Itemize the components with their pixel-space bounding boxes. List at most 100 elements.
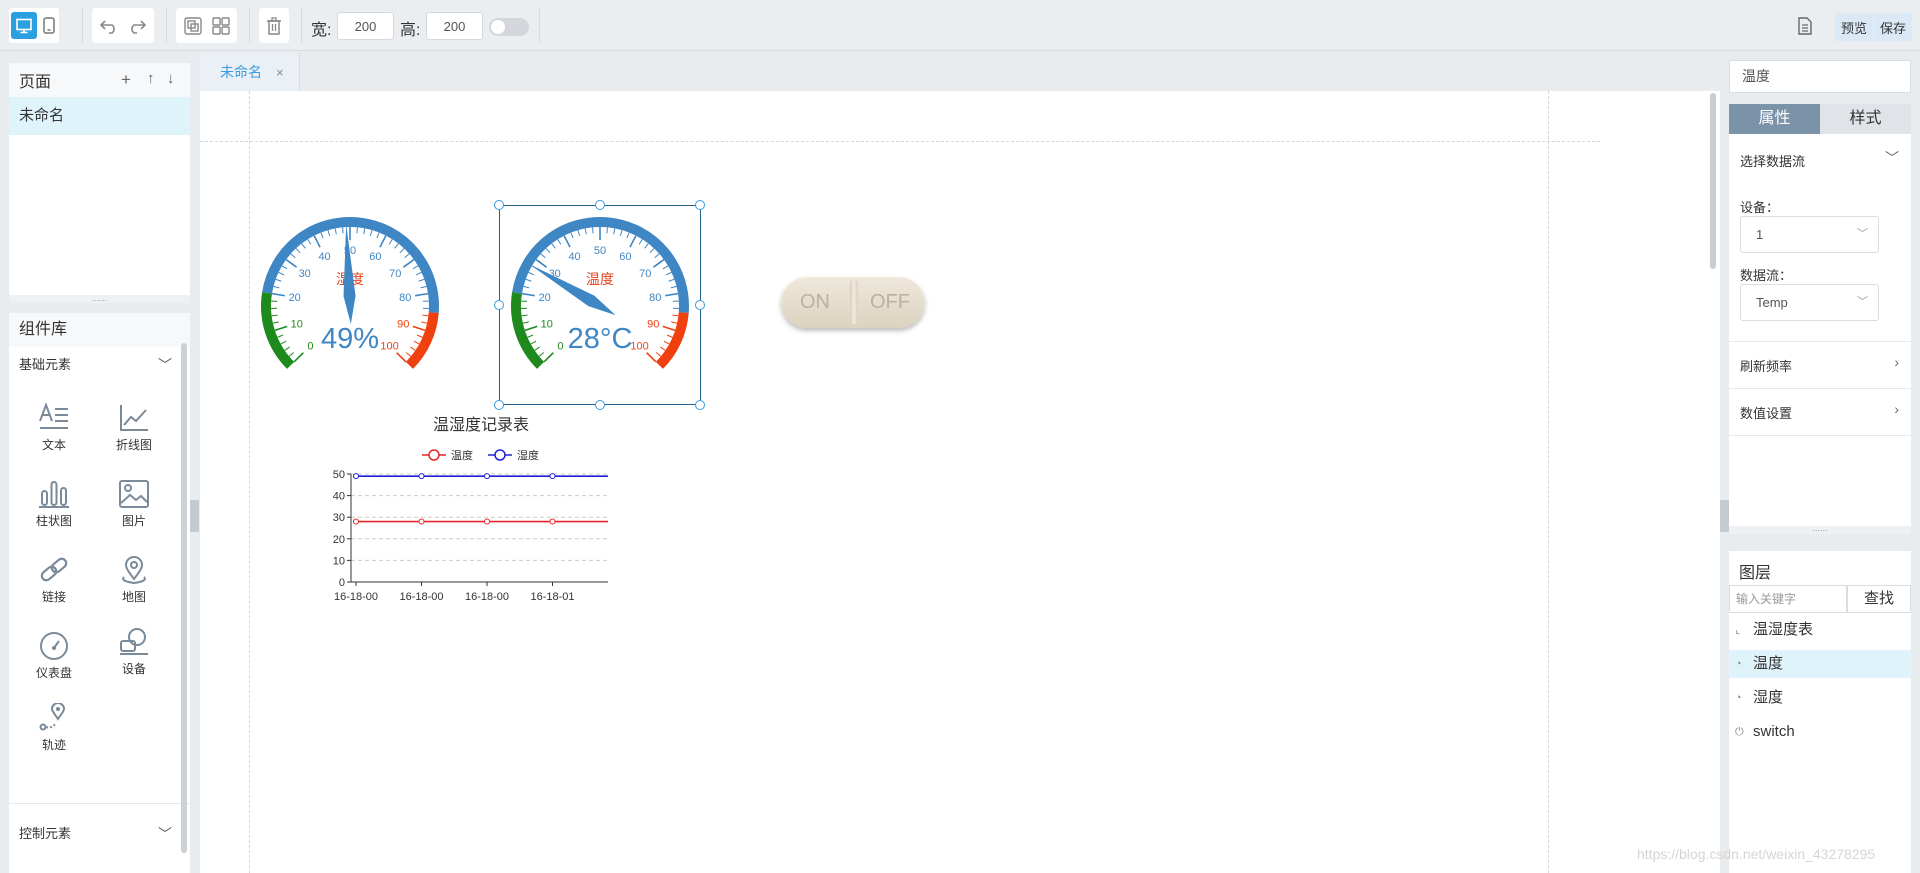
resize-handle[interactable] bbox=[695, 300, 705, 310]
tab-attributes[interactable]: 属性 bbox=[1729, 104, 1820, 134]
gauge-tick-mark bbox=[277, 334, 284, 338]
component-name-field[interactable]: 温度 bbox=[1729, 60, 1911, 93]
height-label: 高: bbox=[400, 22, 421, 39]
layer-item[interactable]: ⌞ 温湿度表 bbox=[1729, 616, 1911, 644]
move-up-button[interactable]: ↑ bbox=[147, 70, 155, 87]
height-input[interactable] bbox=[426, 12, 483, 40]
redo-button[interactable] bbox=[123, 12, 150, 39]
text-icon bbox=[39, 403, 68, 429]
gauge-tick-mark bbox=[396, 352, 407, 363]
layer-item[interactable]: ◔ 温度 bbox=[1729, 650, 1911, 678]
gauge-value: 49% bbox=[321, 323, 379, 355]
gauge-tick-mark bbox=[280, 340, 287, 345]
datastream-section-label[interactable]: 选择数据流 bbox=[1740, 151, 1805, 170]
document-icon bbox=[1798, 17, 1812, 35]
component-track[interactable]: 轨迹 bbox=[24, 703, 84, 753]
group-button[interactable] bbox=[179, 12, 206, 39]
preview-button[interactable]: 预览 bbox=[1835, 13, 1873, 41]
pages-panel: 页面 + ↑ ↓ 未命名 bbox=[9, 63, 190, 303]
switch-widget[interactable]: ON OFF bbox=[781, 276, 925, 328]
component-label: 地图 bbox=[121, 590, 146, 604]
resize-handle[interactable] bbox=[695, 400, 705, 410]
component-link[interactable]: 链接 bbox=[24, 555, 84, 605]
device-toggle-group bbox=[9, 8, 59, 43]
resize-handle[interactable] bbox=[695, 200, 705, 210]
component-scrollbar[interactable] bbox=[181, 343, 187, 853]
refresh-rate-row[interactable]: 刷新频率 bbox=[1740, 356, 1792, 375]
resize-handle[interactable]: ...... bbox=[9, 294, 190, 303]
toggle-knob bbox=[491, 20, 505, 34]
canvas-scrollbar[interactable] bbox=[1710, 93, 1716, 269]
resize-handle[interactable] bbox=[595, 200, 605, 210]
data-point bbox=[549, 518, 556, 525]
gauge-tick-label: 20 bbox=[289, 292, 301, 304]
save-button[interactable]: 保存 bbox=[1874, 13, 1912, 41]
humidity-gauge[interactable]: 0102030405060708090100湿度49% bbox=[250, 206, 450, 406]
component-library: 组件库 基础元素 ﹀ 文本 折线图 柱状图 图片 链接 地图 仪表盘 设备 轨迹… bbox=[9, 313, 190, 873]
collapse-left-button[interactable] bbox=[190, 500, 199, 532]
property-tabs: 属性 样式 bbox=[1729, 104, 1911, 134]
component-line-chart[interactable]: 折线图 bbox=[104, 403, 164, 453]
data-point bbox=[549, 473, 556, 480]
gauge-tick-mark bbox=[307, 239, 312, 245]
add-page-button[interactable]: + bbox=[121, 70, 131, 90]
gauge-tick-mark bbox=[412, 325, 426, 332]
component-bar-chart[interactable]: 柱状图 bbox=[24, 479, 84, 529]
lock-ratio-toggle[interactable] bbox=[489, 18, 529, 36]
resize-handle[interactable] bbox=[595, 400, 605, 410]
x-tick-label: 16-18-01 bbox=[530, 591, 574, 603]
move-down-button[interactable]: ↓ bbox=[167, 70, 175, 87]
x-tick-label: 16-18-00 bbox=[465, 591, 509, 603]
device-icon bbox=[120, 628, 148, 655]
temp-humidity-chart[interactable]: 温湿度记录表温度 湿度 0 10 20 30 40 50 16-18-00 16-18-00 16-… bbox=[318, 410, 618, 610]
gauge-tick-mark bbox=[272, 321, 279, 324]
component-map[interactable]: 地图 bbox=[104, 555, 164, 605]
resize-handle[interactable] bbox=[494, 200, 504, 210]
component-image[interactable]: 图片 bbox=[104, 479, 164, 529]
resize-handle[interactable] bbox=[494, 400, 504, 410]
collapse-right-button[interactable] bbox=[1720, 500, 1729, 532]
data-point bbox=[484, 518, 490, 525]
component-device[interactable]: 设备 bbox=[104, 627, 164, 677]
ungroup-button[interactable] bbox=[207, 12, 234, 39]
gauge-tick-mark bbox=[273, 285, 280, 289]
gauge-tick-mark bbox=[284, 346, 290, 351]
tab-style[interactable]: 样式 bbox=[1820, 104, 1911, 134]
group-icon bbox=[183, 16, 202, 35]
component-gauge[interactable]: 仪表盘 bbox=[24, 631, 84, 681]
layers-search: 输入关键字 查找 bbox=[1729, 585, 1911, 613]
component-label: 仪表盘 bbox=[35, 666, 72, 680]
switch-on-label: ON bbox=[800, 291, 830, 313]
resize-handle[interactable] bbox=[494, 300, 504, 310]
layers-search-button[interactable]: 查找 bbox=[1847, 585, 1911, 613]
divider bbox=[1729, 435, 1911, 436]
legend-item: 温度 bbox=[422, 448, 473, 462]
device-select-value: 1 bbox=[1756, 227, 1764, 242]
delete-button[interactable] bbox=[261, 12, 287, 39]
component-label: 折线图 bbox=[115, 438, 152, 452]
section-control-elements[interactable]: 控制元素 ﹀ bbox=[9, 816, 190, 852]
resize-handle[interactable]: ...... bbox=[1729, 524, 1911, 534]
document-button[interactable] bbox=[1793, 14, 1817, 38]
watermark: https://blog.csdn.net/weixin_43278295 bbox=[1637, 846, 1876, 862]
component-text[interactable]: 文本 bbox=[24, 403, 84, 453]
page-item[interactable]: 未命名 bbox=[9, 97, 190, 135]
mobile-view-button[interactable] bbox=[39, 12, 59, 39]
line-chart-icon: ⌞ bbox=[1735, 624, 1741, 636]
layer-item[interactable]: ◔ 湿度 bbox=[1729, 684, 1911, 712]
undo-button[interactable] bbox=[95, 12, 122, 39]
stream-select[interactable]: Temp ﹀ bbox=[1740, 284, 1879, 321]
redo-icon bbox=[130, 19, 146, 34]
tab-untitled[interactable]: 未命名 × bbox=[200, 53, 300, 91]
value-settings-row[interactable]: 数值设置 bbox=[1740, 403, 1792, 422]
section-basic-elements[interactable]: 基础元素 ﹀ bbox=[9, 347, 190, 383]
device-select[interactable]: 1 ﹀ bbox=[1740, 216, 1879, 253]
width-input[interactable] bbox=[337, 12, 394, 40]
desktop-view-button[interactable] bbox=[11, 12, 37, 39]
gauge-tick-mark bbox=[418, 278, 425, 282]
gauge-tick-mark bbox=[285, 258, 298, 268]
close-icon[interactable]: × bbox=[276, 65, 284, 80]
layer-item[interactable]: ⏻ switch bbox=[1729, 718, 1911, 746]
legend-marker bbox=[428, 449, 440, 461]
layers-search-input[interactable]: 输入关键字 bbox=[1729, 585, 1847, 613]
